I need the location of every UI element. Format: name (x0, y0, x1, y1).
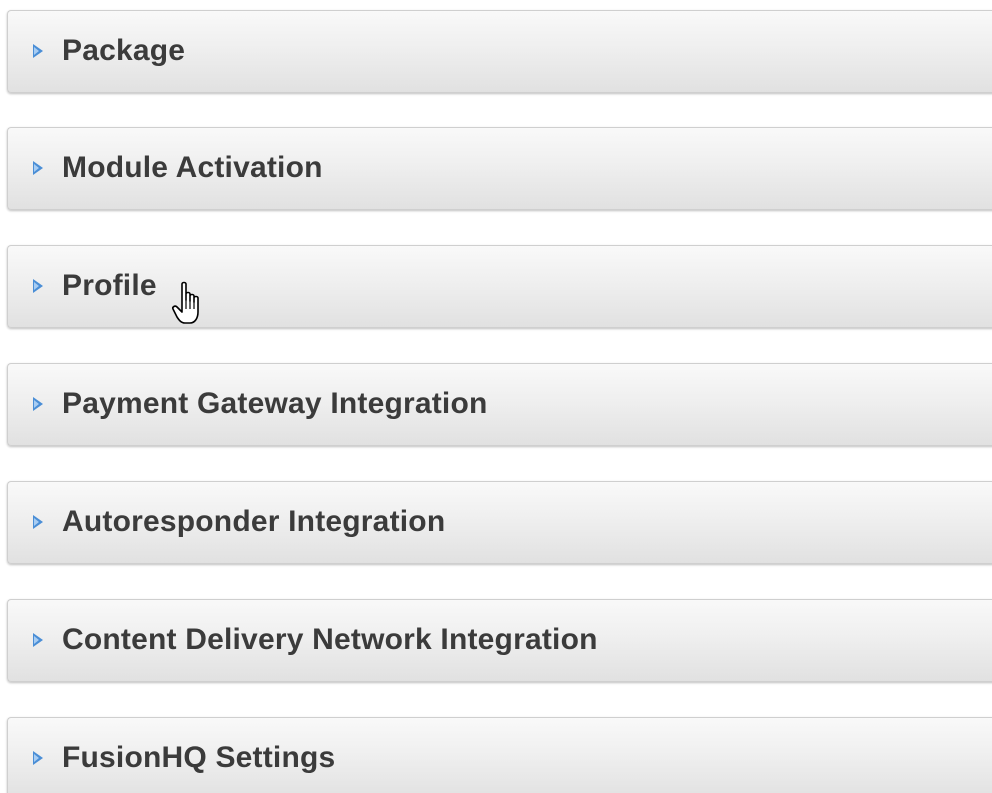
expand-arrow-icon (33, 750, 43, 765)
section-label: Autoresponder Integration (62, 504, 446, 538)
accordion-header-package[interactable]: Package (7, 10, 992, 93)
expand-arrow-icon (33, 43, 43, 58)
accordion-header-payment-gateway-integration[interactable]: Payment Gateway Integration (7, 363, 992, 446)
expand-arrow-icon (33, 396, 43, 411)
expand-arrow-icon (33, 278, 43, 293)
expand-arrow-icon (33, 514, 43, 529)
expand-arrow-icon (33, 160, 43, 175)
section-label: Module Activation (62, 150, 323, 184)
accordion-header-fusionhq-settings[interactable]: FusionHQ Settings (7, 717, 992, 793)
accordion-header-autoresponder-integration[interactable]: Autoresponder Integration (7, 481, 992, 564)
expand-arrow-icon (33, 632, 43, 647)
section-label: Profile (62, 268, 157, 302)
settings-accordion: Package Module Activation Profile Paymen… (0, 0, 992, 793)
accordion-header-module-activation[interactable]: Module Activation (7, 127, 992, 210)
section-label: FusionHQ Settings (62, 740, 336, 774)
section-label: Payment Gateway Integration (62, 386, 488, 420)
section-label: Content Delivery Network Integration (62, 622, 598, 656)
section-label: Package (62, 33, 186, 67)
accordion-header-content-delivery-network-integration[interactable]: Content Delivery Network Integration (7, 599, 992, 682)
accordion-header-profile[interactable]: Profile (7, 245, 992, 328)
